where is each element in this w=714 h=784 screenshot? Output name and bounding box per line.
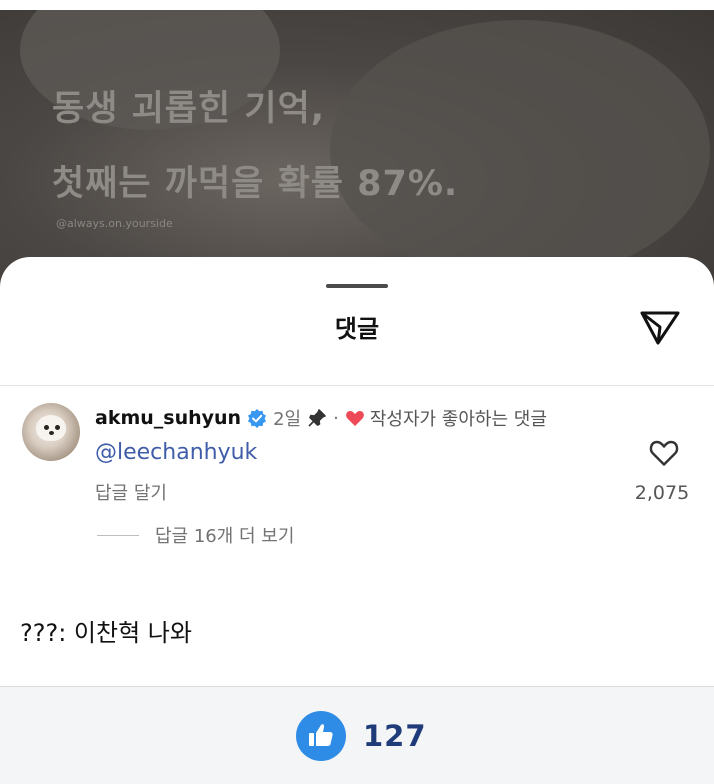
post-image: 동생 괴롭힌 기억, 첫째는 까먹을 확률 87%. @always.on.yo…: [0, 0, 714, 300]
sheet-title: 댓글: [334, 315, 380, 343]
top-edge: [0, 0, 714, 10]
image-credit: @always.on.yourside: [56, 217, 173, 230]
divider: [0, 385, 714, 386]
avatar[interactable]: [22, 403, 80, 461]
heart-icon[interactable]: [649, 439, 679, 467]
comment-like-count: 2,075: [634, 482, 690, 504]
image-headline-line2: 첫째는 까먹을 확률 87%.: [52, 164, 459, 204]
post-caption: ???: 이찬혁 나와: [20, 619, 192, 647]
reply-button[interactable]: 답글 달기: [95, 479, 167, 505]
reaction-bar: 127: [0, 686, 714, 784]
reaction-count: 127: [363, 719, 427, 753]
comment-username[interactable]: akmu_suhyun: [95, 407, 241, 429]
heart-icon: [345, 411, 364, 426]
comment-meta: akmu_suhyun 2일 · 작성자가 좋아하는 댓글: [95, 405, 547, 431]
meta-separator: ·: [333, 407, 339, 429]
avatar-detail: [44, 425, 49, 430]
image-headline-line1: 동생 괴롭힌 기억,: [52, 89, 326, 129]
author-liked-label: 작성자가 좋아하는 댓글: [369, 409, 547, 430]
pin-icon: [308, 409, 326, 427]
avatar-detail: [55, 425, 60, 430]
avatar-photo: [36, 415, 66, 441]
verified-icon: [248, 409, 267, 428]
avatar-detail: [49, 431, 54, 435]
view-replies-label: 답글 16개 더 보기: [155, 526, 295, 547]
comment-age: 2일: [273, 409, 302, 430]
image-blur-shape: [330, 20, 710, 280]
thumbs-up-icon: [309, 724, 333, 746]
view-replies-button[interactable]: 답글 16개 더 보기: [97, 522, 294, 548]
send-icon[interactable]: [638, 307, 682, 347]
comment-mention[interactable]: @leechanhyuk: [95, 440, 257, 465]
replies-line: [97, 534, 139, 536]
sheet-grabber[interactable]: [326, 284, 388, 288]
like-button[interactable]: [296, 711, 346, 761]
